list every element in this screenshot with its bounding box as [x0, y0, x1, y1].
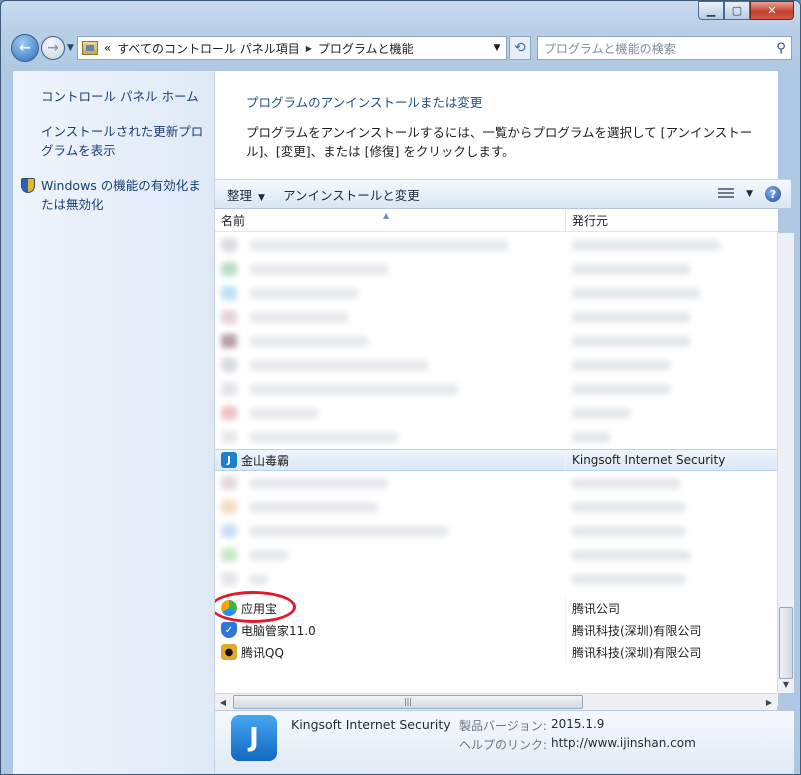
address-dropdown-icon[interactable]: ▼ — [488, 43, 506, 53]
publisher-column-header[interactable]: 発行元 — [566, 210, 608, 231]
table-row[interactable]: ✓ 电脑管家11.0 腾讯科技(深圳)有限公司 — [215, 619, 778, 641]
kingsoft-icon: J — [221, 452, 237, 468]
control-panel-icon — [81, 41, 98, 55]
list-item[interactable] — [215, 329, 778, 353]
close-button[interactable]: ✕ — [750, 1, 794, 20]
scroll-left-arrow-icon[interactable]: ◀ — [215, 698, 231, 707]
help-icon[interactable]: ? — [765, 186, 781, 202]
main-pane: プログラムのアンインストールまたは変更 プログラムをアンインストールするには、一… — [215, 71, 791, 706]
caption-buttons: ▁ ▢ ✕ — [698, 1, 794, 23]
task-pane: コントロール パネル ホーム インストールされた更新プログラムを表示 Windo… — [13, 71, 215, 774]
page-description: プログラムをアンインストールするには、一覧からプログラムを選択して [アンインス… — [246, 125, 753, 159]
uac-shield-icon — [21, 178, 35, 193]
table-row[interactable]: ● 腾讯QQ 腾讯科技(深圳)有限公司 — [215, 641, 778, 663]
vertical-scrollbar[interactable]: ▼ — [777, 233, 794, 693]
breadcrumb-all-items[interactable]: すべてのコントロール パネル項目 — [117, 40, 300, 57]
scroll-right-arrow-icon[interactable]: ▶ — [761, 698, 777, 707]
list-item[interactable] — [215, 567, 778, 591]
organize-dropdown-icon: ▼ — [258, 192, 265, 203]
command-bar: 整理 ▼ アンインストールと変更 ▼ ? — [215, 179, 791, 209]
organize-label: 整理 — [227, 187, 253, 203]
version-value: 2015.1.9 — [551, 717, 605, 731]
help-link-value[interactable]: http://www.ijinshan.com — [551, 736, 696, 750]
program-name: 腾讯QQ — [241, 645, 284, 660]
program-name: 金山毒霸 — [241, 453, 290, 468]
help-link-label: ヘルプのリンク: — [459, 738, 548, 752]
program-publisher: 腾讯科技(深圳)有限公司 — [572, 623, 702, 638]
breadcrumb-programs[interactable]: プログラムと機能 — [318, 40, 414, 57]
refresh-button[interactable]: ⟲ — [508, 36, 531, 60]
breadcrumb-separator-icon[interactable]: ▶ — [306, 44, 312, 53]
list-item[interactable] — [215, 401, 778, 425]
view-options-dropdown-icon[interactable]: ▼ — [746, 189, 753, 199]
kingsoft-large-icon: J — [231, 715, 277, 761]
scroll-down-arrow-icon[interactable]: ▼ — [778, 677, 794, 693]
horizontal-scroll-thumb[interactable]: ||| — [233, 695, 583, 709]
address-bar[interactable]: « すべてのコントロール パネル項目 ▶ プログラムと機能 ▼ — [76, 36, 507, 60]
maximize-button[interactable]: ▢ — [724, 1, 750, 20]
name-column-label: 名前 — [221, 214, 246, 228]
uninstall-change-button[interactable]: アンインストールと変更 — [283, 185, 420, 204]
horizontal-scrollbar[interactable]: ◀ ||| ▶ — [215, 693, 777, 710]
version-label: 製品バージョン: — [459, 719, 547, 733]
name-column-header[interactable]: ▲ 名前 — [215, 210, 566, 231]
list-item[interactable] — [215, 519, 778, 543]
table-row-selected[interactable]: J 金山毒霸 Kingsoft Internet Security — [215, 449, 778, 471]
minimize-button[interactable]: ▁ — [698, 1, 724, 20]
back-button[interactable]: ← — [11, 34, 39, 62]
sort-ascending-icon: ▲ — [383, 211, 390, 220]
view-installed-updates-link[interactable]: インストールされた更新プログラムを表示 — [41, 122, 206, 160]
programs-and-features-window: ▁ ▢ ✕ ← → ▼ « すべてのコントロール パネル項目 ▶ プログラムと機… — [0, 0, 801, 775]
program-list: J 金山毒霸 Kingsoft Internet Security 应用宝 腾讯… — [215, 233, 778, 693]
page-title: プログラムのアンインストールまたは変更 — [246, 95, 483, 110]
program-name-cell: J 金山毒霸 — [215, 450, 566, 470]
pc-manager-icon: ✓ — [221, 622, 237, 638]
program-name-cell: ● 腾讯QQ — [215, 641, 566, 663]
search-input[interactable]: プログラムと機能の検索 — [544, 40, 771, 57]
change-view-icon[interactable] — [718, 188, 735, 200]
windows-features-label: Windows の機能の有効化または無効化 — [41, 178, 201, 212]
list-item[interactable] — [215, 305, 778, 329]
list-item[interactable] — [215, 257, 778, 281]
details-program-name: Kingsoft Internet Security — [291, 717, 451, 732]
control-panel-home-link[interactable]: コントロール パネル ホーム — [41, 87, 206, 106]
search-icon[interactable]: ⚲ — [771, 41, 791, 56]
address-prefix[interactable]: « — [104, 41, 111, 55]
list-item[interactable] — [215, 353, 778, 377]
qq-icon: ● — [221, 644, 237, 660]
list-item[interactable] — [215, 377, 778, 401]
program-publisher: Kingsoft Internet Security — [572, 453, 726, 467]
list-item[interactable] — [215, 281, 778, 305]
organize-button[interactable]: 整理 ▼ — [227, 185, 265, 204]
table-row[interactable]: 应用宝 腾讯公司 — [215, 591, 778, 623]
windows-features-link[interactable]: Windows の機能の有効化または無効化 — [21, 176, 206, 214]
search-box[interactable]: プログラムと機能の検索 ⚲ — [536, 36, 792, 60]
vertical-scroll-thumb[interactable] — [779, 607, 793, 679]
forward-button[interactable]: → — [41, 36, 65, 60]
details-pane: J Kingsoft Internet Security 製品バージョン: 20… — [215, 710, 794, 774]
column-headers: ▲ 名前 発行元 — [215, 210, 778, 232]
list-item[interactable] — [215, 233, 778, 257]
program-name-cell: ✓ 电脑管家11.0 — [215, 619, 566, 641]
navigation-bar: ← → ▼ « すべてのコントロール パネル項目 ▶ プログラムと機能 ▼ ⟲ … — [11, 32, 792, 64]
program-name-cell: 应用宝 — [215, 591, 566, 623]
list-item[interactable] — [215, 495, 778, 519]
list-item[interactable] — [215, 471, 778, 495]
recent-pages-dropdown[interactable]: ▼ — [67, 43, 74, 53]
list-item[interactable] — [215, 425, 778, 449]
program-publisher: 腾讯科技(深圳)有限公司 — [572, 645, 702, 660]
list-item[interactable] — [215, 543, 778, 567]
program-name: 电脑管家11.0 — [241, 623, 316, 638]
program-publisher: 腾讯公司 — [572, 601, 621, 616]
